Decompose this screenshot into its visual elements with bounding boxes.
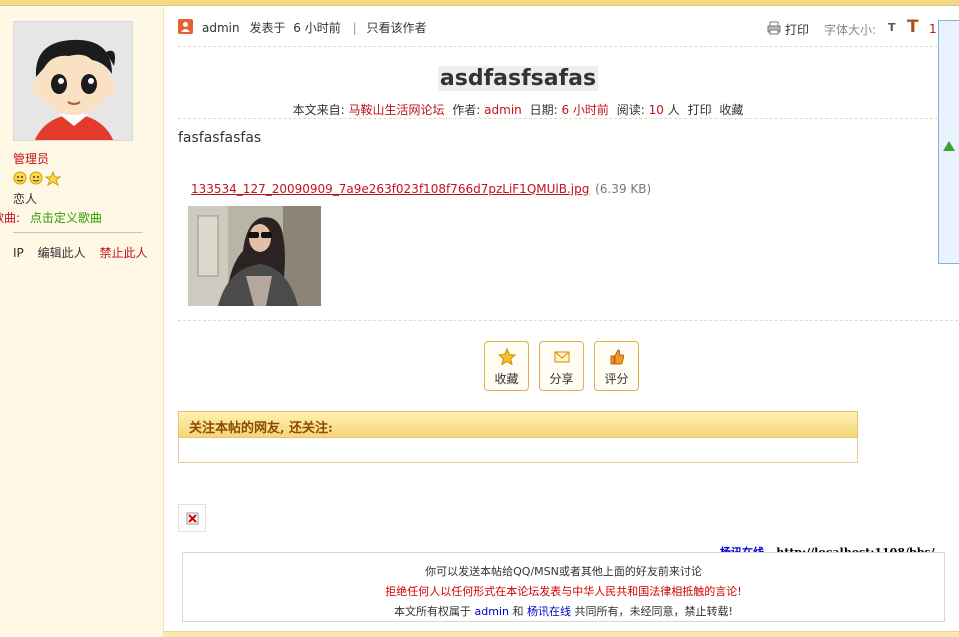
song-label: 歌曲: — [0, 211, 21, 225]
footer-line-legal: 拒绝任何人以任何形式在本论坛发表与中华人民共和国法律相抵触的言论! — [385, 585, 742, 598]
cartoon-boy-avatar-icon — [14, 22, 132, 140]
post-body: fasfasfasfas — [178, 130, 262, 146]
source-link[interactable]: 马鞍山生活网论坛 — [348, 103, 444, 117]
meta-print-link[interactable]: 打印 — [688, 103, 712, 117]
footer-line-ownership: 本文所有权属于 admin 和 杨讯在线 共同所有，未经同意，禁止转载! — [394, 605, 733, 618]
footer-site-link[interactable]: 杨讯在线 — [527, 605, 571, 618]
user-role: 管理员 — [13, 152, 50, 166]
follow-body — [178, 438, 858, 463]
share-button[interactable]: 分享 — [539, 341, 584, 391]
print-link[interactable]: 打印 — [785, 21, 809, 38]
meta-date: 6 小时前 — [561, 103, 609, 117]
header-separator: | — [352, 21, 357, 35]
meta-author-link[interactable]: admin — [484, 103, 522, 117]
envelope-icon — [554, 351, 569, 363]
arrow-up-icon — [943, 141, 955, 151]
user-avatar[interactable] — [13, 21, 133, 141]
edit-user-link[interactable]: 编辑此人 — [38, 246, 86, 260]
sidebar-divider — [13, 232, 143, 233]
attachment-link[interactable]: 133534_127_20090909_7a9e263f023f108f766d… — [191, 182, 589, 196]
follow-header: 关注本帖的网友, 还关注: — [178, 411, 858, 438]
only-author-link[interactable]: 只看该作者 — [366, 21, 426, 35]
footer-admin-link[interactable]: admin — [475, 605, 509, 618]
meta-favorite-link[interactable]: 收藏 — [719, 103, 743, 117]
body-divider — [178, 320, 958, 321]
meta-views: 10 — [648, 103, 664, 117]
favorite-button[interactable]: 收藏 — [484, 341, 529, 391]
side-panel-edge[interactable] — [938, 20, 959, 264]
meta-divider — [178, 118, 958, 119]
font-size-label: 字体大小: — [824, 23, 877, 37]
rank-icons — [13, 170, 63, 189]
ip-link[interactable]: IP — [13, 246, 24, 260]
broken-image-icon — [178, 504, 206, 532]
attachment-size: (6.39 KB) — [595, 182, 652, 196]
post-title: asdfasfsafas — [437, 66, 599, 91]
attachment-photo[interactable] — [188, 206, 321, 306]
song-row: 歌曲: 点击定义歌曲 — [0, 209, 102, 226]
posted-label: 发表于 — [249, 21, 286, 35]
top-bar — [0, 0, 959, 6]
rate-button[interactable]: 评分 — [594, 341, 639, 391]
footer-line-share: 你可以发送本帖给QQ/MSN或者其他上面的好友前来讨论 — [425, 565, 702, 578]
star-icon — [497, 348, 516, 366]
song-link[interactable]: 点击定义歌曲 — [30, 211, 102, 225]
post-header: admin 发表于 6 小时前 | 只看该作者 — [202, 19, 426, 36]
user-level-name: 恋人 — [13, 192, 38, 206]
user-icon — [178, 19, 193, 34]
thumbs-up-icon — [610, 349, 624, 365]
attachment-row: 133534_127_20090909_7a9e263f023f108f766d… — [191, 182, 651, 196]
posted-time: 6 小时前 — [293, 21, 341, 35]
printer-icon[interactable] — [767, 21, 781, 38]
user-actions: IP 编辑此人 禁止此人 — [13, 244, 147, 261]
post-meta: 本文来自: 马鞍山生活网论坛 作者: admin 日期: 6 小时前 阅读: 1… — [292, 103, 744, 117]
header-divider — [178, 46, 958, 47]
font-small-button[interactable]: T — [888, 21, 896, 34]
floor-number: 1 — [929, 22, 937, 36]
bottom-bar — [164, 631, 959, 637]
ban-user-link[interactable]: 禁止此人 — [99, 246, 147, 260]
copyright-box: 你可以发送本帖给QQ/MSN或者其他上面的好友前来讨论 拒绝任何人以任何形式在本… — [182, 552, 945, 622]
post-author-link[interactable]: admin — [202, 21, 240, 35]
font-large-button[interactable]: T — [907, 17, 919, 37]
